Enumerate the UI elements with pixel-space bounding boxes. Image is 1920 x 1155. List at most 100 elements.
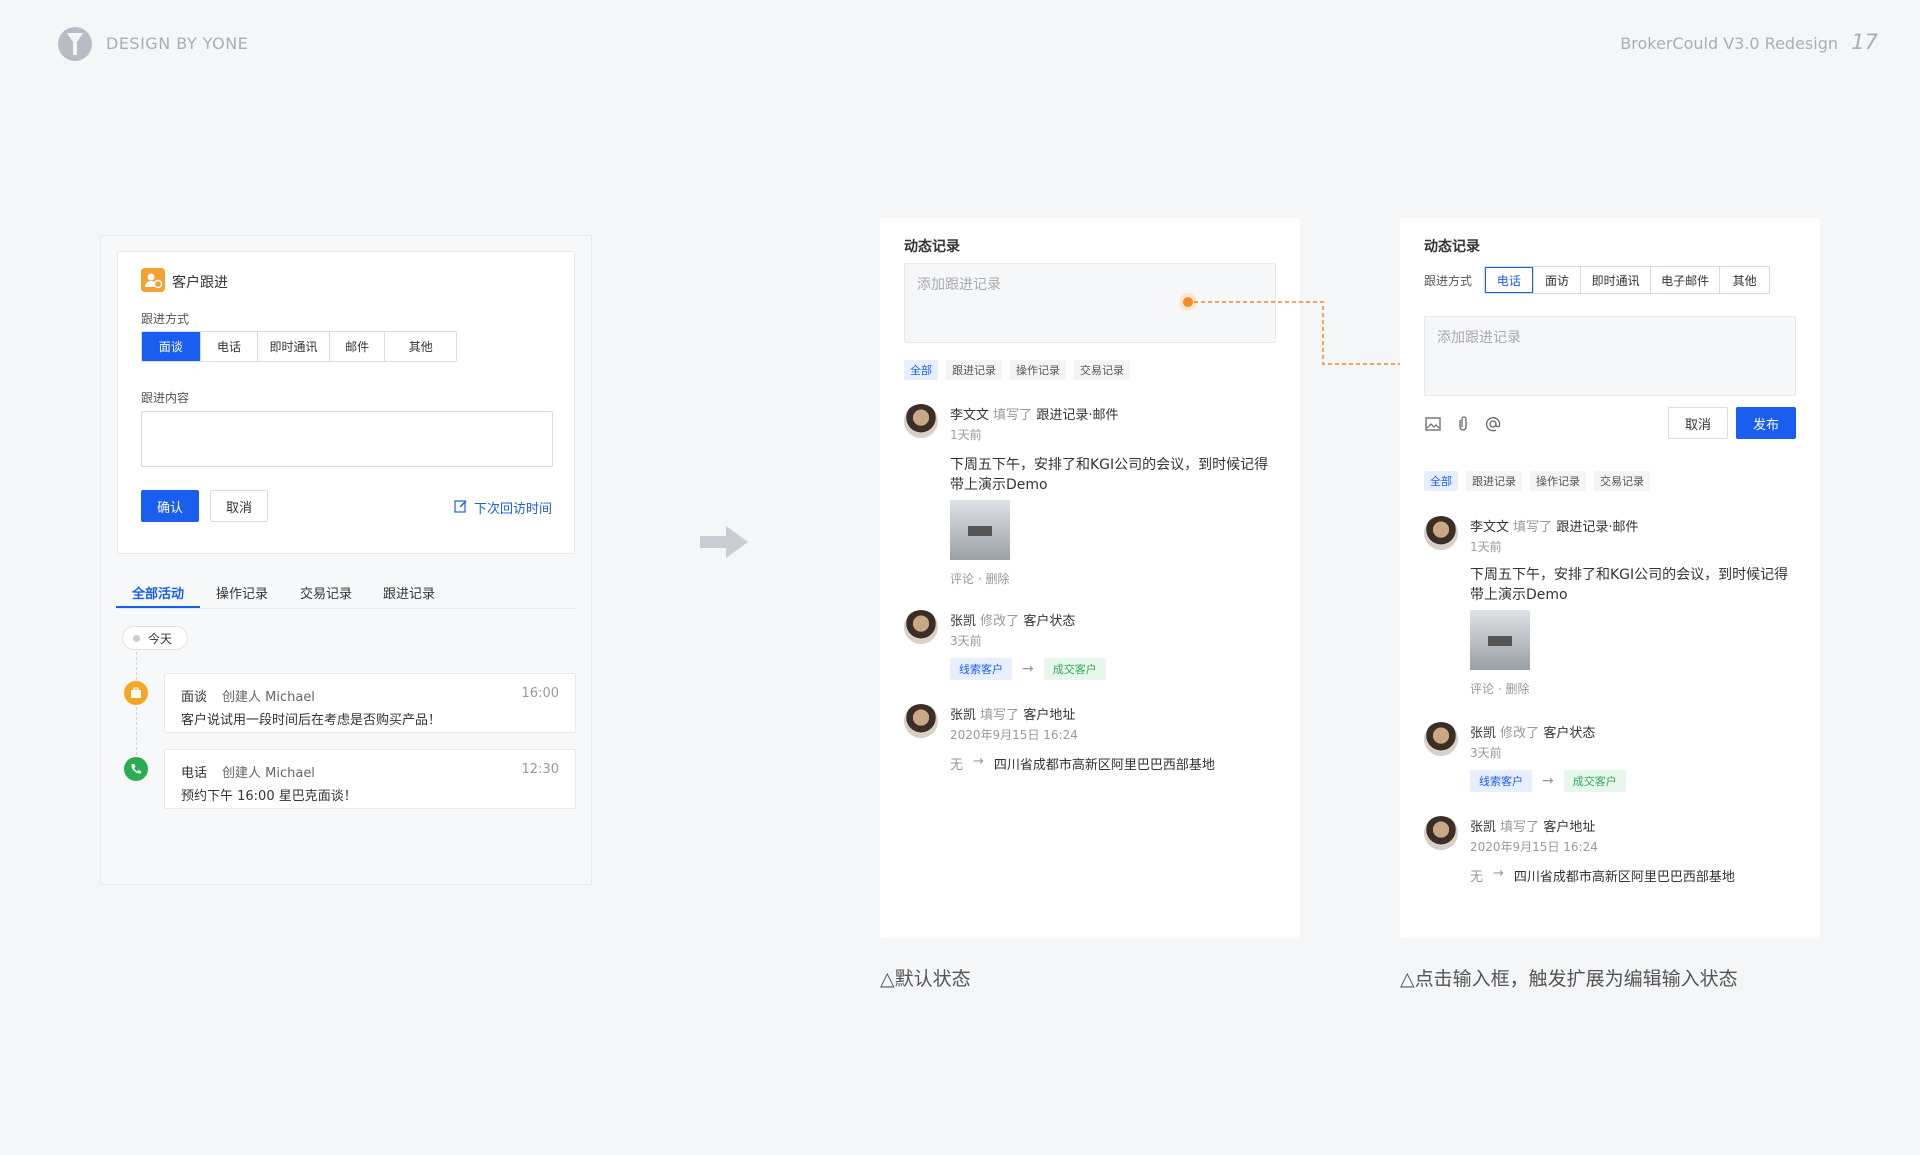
method-selector: 面谈 电话 即时通讯 邮件 其他	[141, 331, 457, 362]
method-option-other[interactable]: 其他	[384, 332, 456, 361]
page-number: 17	[1851, 30, 1878, 54]
activity-panel-expanded: 动态记录 跟进方式 电话 面访 即时通讯 电子邮件 其他 添加跟进记录 取消 发…	[1400, 218, 1820, 938]
status-badge-from: 线索客户	[1470, 770, 1532, 792]
feed-time: 1天前	[950, 428, 982, 442]
feed-time: 2020年9月15日 16:24	[1470, 840, 1598, 854]
dot-icon	[133, 634, 140, 642]
customer-followup-card: 客户跟进 跟进方式 面谈 电话 即时通讯 邮件 其他 跟进内容 确认 取消 下次…	[117, 251, 575, 554]
feed-time: 3天前	[1470, 746, 1502, 760]
connector-line	[1180, 293, 1402, 365]
feed-time: 1天前	[1470, 540, 1502, 554]
feed-body: 带上演示Demo	[1470, 587, 1568, 603]
item-creator: 创建人 Michael	[222, 690, 315, 705]
image-icon[interactable]	[1424, 415, 1442, 433]
yone-logo	[58, 27, 92, 61]
avatar	[904, 704, 938, 738]
arrow-right-icon: →	[1493, 866, 1504, 881]
filter-tabs: 全部 跟进记录 操作记录 交易记录	[1424, 471, 1650, 491]
panel-title: 动态记录	[904, 239, 960, 255]
card-title: 客户跟进	[172, 275, 228, 291]
customer-icon	[141, 268, 165, 292]
brand-text: DESIGN BY YONE	[106, 34, 249, 53]
feed-header: 张凯 修改了 客户状态	[950, 614, 1076, 629]
image-thumbnail[interactable]	[1470, 610, 1530, 670]
method-option-email[interactable]: 电子邮件	[1649, 267, 1720, 293]
tab-followup[interactable]: 跟进记录	[1466, 471, 1522, 491]
arrow-right-icon	[700, 526, 748, 558]
feed-header: 张凯 填写了 客户地址	[950, 708, 1076, 723]
followup-content-input[interactable]	[141, 411, 553, 467]
tab-all[interactable]: 全部	[1424, 471, 1458, 491]
tab-operation-log[interactable]: 操作记录	[216, 583, 268, 602]
feed-body: 带上演示Demo	[950, 477, 1048, 493]
status-badge-from: 线索客户	[950, 658, 1012, 680]
image-thumbnail[interactable]	[950, 500, 1010, 560]
method-option-phone[interactable]: 电话	[1485, 267, 1533, 293]
tab-trade[interactable]: 交易记录	[1074, 360, 1130, 380]
tab-operation[interactable]: 操作记录	[1010, 360, 1066, 380]
status-badge-to: 成交客户	[1043, 658, 1106, 680]
feed-header: 李文文 填写了 跟进记录·邮件	[950, 408, 1119, 423]
project-title: BrokerCould V3.0 Redesign	[1620, 34, 1838, 53]
feed-time: 2020年9月15日 16:24	[950, 728, 1078, 742]
method-option-phone[interactable]: 电话	[199, 332, 258, 361]
item-text: 预约下午 16:00 星巴克面谈！	[181, 789, 357, 804]
method-option-meet[interactable]: 面谈	[142, 332, 200, 361]
cancel-button[interactable]: 取消	[1668, 407, 1728, 439]
next-visit-link[interactable]: 下次回访时间	[474, 498, 552, 517]
method-option-other[interactable]: 其他	[1719, 267, 1769, 293]
comment-delete-links[interactable]: 评论 · 删除	[1470, 680, 1529, 697]
avatar	[1424, 816, 1458, 850]
tab-all-activity[interactable]: 全部活动	[132, 583, 184, 602]
feed-header: 李文文 填写了 跟进记录·邮件	[1470, 520, 1639, 535]
publish-button[interactable]: 发布	[1736, 407, 1796, 439]
arrow-right-icon: →	[1022, 661, 1034, 677]
item-creator: 创建人 Michael	[222, 766, 315, 781]
method-option-visit[interactable]: 面访	[1532, 267, 1581, 293]
comment-delete-links[interactable]: 评论 · 删除	[950, 570, 1009, 587]
method-option-im[interactable]: 即时通讯	[1580, 267, 1650, 293]
edit-icon	[454, 498, 468, 517]
item-type: 电话	[181, 766, 208, 781]
tab-all[interactable]: 全部	[904, 360, 938, 380]
at-mention-icon[interactable]	[1484, 415, 1502, 433]
content-label: 跟进内容	[141, 391, 190, 405]
method-option-email[interactable]: 邮件	[328, 332, 385, 361]
item-time: 12:30	[521, 762, 559, 777]
arrow-right-icon: →	[973, 754, 984, 769]
tab-trade[interactable]: 交易记录	[1594, 471, 1650, 491]
confirm-button[interactable]: 确认	[141, 490, 199, 522]
add-record-input[interactable]: 添加跟进记录	[1424, 316, 1796, 396]
tab-trade-log[interactable]: 交易记录	[300, 583, 352, 602]
method-selector: 电话 面访 即时通讯 电子邮件 其他	[1484, 266, 1770, 294]
timeline-item[interactable]: 电话 创建人 Michael 12:30 预约下午 16:00 星巴克面谈！	[164, 749, 576, 809]
status-badge-to: 成交客户	[1563, 770, 1626, 792]
method-label: 跟进方式	[1424, 274, 1473, 288]
editor-toolbar	[1424, 415, 1502, 433]
timeline-line	[136, 652, 137, 760]
feed-header: 张凯 填写了 客户地址	[1470, 820, 1596, 835]
cancel-button[interactable]: 取消	[210, 490, 268, 522]
filter-tabs: 全部 跟进记录 操作记录 交易记录	[904, 360, 1130, 380]
item-text: 客户说试用一段时间后在考虑是否购买产品！	[181, 713, 442, 728]
method-label: 跟进方式	[141, 312, 190, 326]
phone-icon	[124, 757, 148, 781]
feed-body: 下周五下午，安排了和KGI公司的会议，到时候记得	[950, 457, 1269, 473]
item-time: 16:00	[521, 686, 559, 701]
timeline-item[interactable]: 面谈 创建人 Michael 16:00 客户说试用一段时间后在考虑是否购买产品…	[164, 673, 576, 733]
arrow-right-icon: →	[1542, 773, 1554, 789]
item-type: 面谈	[181, 690, 208, 705]
avatar	[904, 404, 938, 438]
method-option-im[interactable]: 即时通讯	[257, 332, 329, 361]
tab-followup-log[interactable]: 跟进记录	[383, 583, 435, 602]
tab-followup[interactable]: 跟进记录	[946, 360, 1002, 380]
address-change: 无 → 四川省成都市高新区阿里巴巴西部基地	[1470, 866, 1735, 885]
tab-operation[interactable]: 操作记录	[1530, 471, 1586, 491]
status-change: 线索客户 → 成交客户	[1470, 770, 1626, 792]
attachment-icon[interactable]	[1454, 415, 1472, 433]
caption-default-state: △默认状态	[880, 968, 971, 990]
caption-expanded-state: △点击输入框，触发扩展为编辑输入状态	[1400, 968, 1738, 990]
avatar	[1424, 516, 1458, 550]
address-change: 无 → 四川省成都市高新区阿里巴巴西部基地	[950, 754, 1215, 773]
feed-body: 下周五下午，安排了和KGI公司的会议，到时候记得	[1470, 567, 1789, 583]
